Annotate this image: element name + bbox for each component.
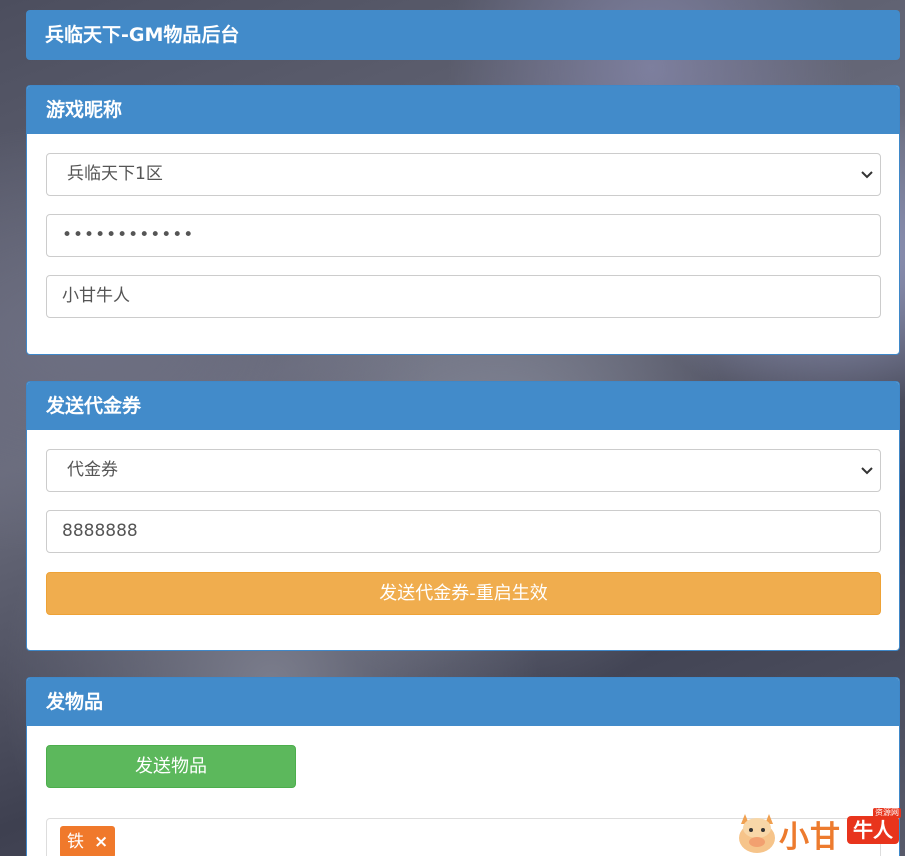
chevron-down-icon — [860, 450, 874, 491]
voucher-type-select[interactable]: 代金券 — [46, 449, 881, 492]
page-title: 兵临天下-GM物品后台 — [26, 10, 900, 60]
item-tag: 铁 × — [60, 826, 116, 856]
password-field[interactable]: •••••••••••• — [46, 214, 881, 257]
send-voucher-button[interactable]: 发送代金券-重启生效 — [46, 572, 881, 615]
server-select-value: 兵临天下1区 — [67, 164, 163, 184]
send-item-button[interactable]: 发送物品 — [46, 745, 296, 788]
server-select[interactable]: 兵临天下1区 — [46, 153, 881, 196]
nickname-panel: 游戏昵称 兵临天下1区 •••••••••••• 小甘牛人 — [26, 85, 900, 355]
item-tag-label: 铁 — [67, 832, 84, 852]
voucher-panel: 发送代金券 代金券 8888888 发送代金券-重启生效 — [26, 381, 900, 651]
nickname-field[interactable]: 小甘牛人 — [46, 275, 881, 318]
voucher-amount-field[interactable]: 8888888 — [46, 510, 881, 553]
watermark-small: 资源网 — [873, 808, 901, 818]
nickname-value: 小甘牛人 — [62, 286, 130, 306]
voucher-type-value: 代金券 — [67, 460, 118, 480]
watermark-text: 小甘 — [779, 820, 841, 855]
item-panel-heading: 发物品 — [27, 678, 899, 726]
watermark-badge: 牛人 — [847, 816, 899, 844]
chevron-down-icon — [860, 154, 874, 195]
close-icon[interactable]: × — [94, 826, 108, 856]
password-value: •••••••••••• — [62, 225, 195, 245]
voucher-amount-value: 8888888 — [62, 521, 138, 541]
watermark-logo: 小甘 牛人 资源网 — [735, 806, 905, 856]
cow-mascot-icon — [739, 814, 775, 853]
voucher-panel-heading: 发送代金券 — [27, 382, 899, 430]
nickname-panel-heading: 游戏昵称 — [27, 86, 899, 134]
